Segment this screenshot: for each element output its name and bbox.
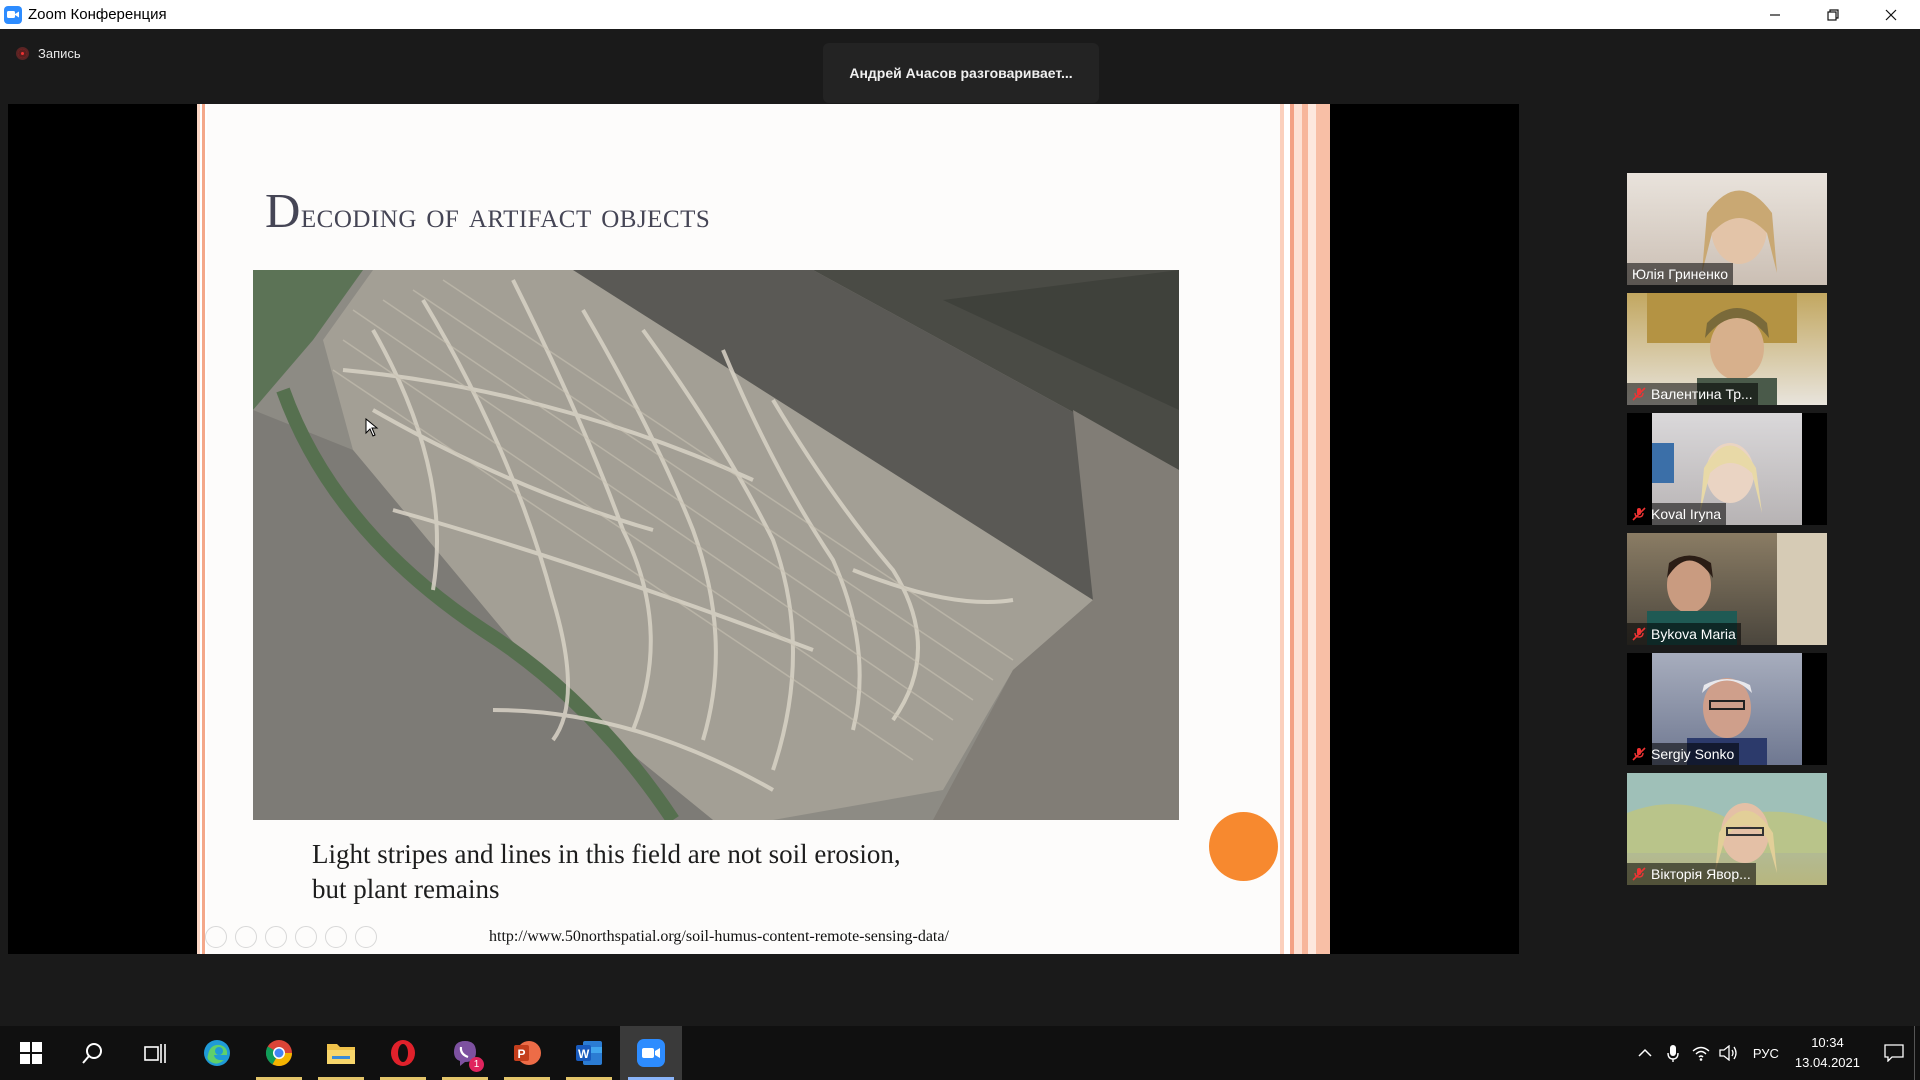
- opera-icon: [391, 1040, 415, 1066]
- task-view-button[interactable]: [124, 1026, 186, 1080]
- action-center-button[interactable]: [1874, 1026, 1914, 1080]
- notifications-icon: [1884, 1044, 1904, 1062]
- participant-tile[interactable]: Sergiy Sonko: [1627, 653, 1827, 765]
- taskbar-app-opera[interactable]: [372, 1026, 434, 1080]
- presentation-slide: Decoding of artifact objects Light strip…: [197, 104, 1330, 954]
- participant-tile[interactable]: Юлія Гриненко: [1627, 173, 1827, 285]
- participant-tile[interactable]: Bykova Maria: [1627, 533, 1827, 645]
- taskbar-app-powerpoint[interactable]: P: [496, 1026, 558, 1080]
- participant-tile[interactable]: Валентина Тр...: [1627, 293, 1827, 405]
- satellite-field-image: [253, 270, 1179, 820]
- decorative-orange-circle: [1209, 812, 1278, 881]
- network-tray-button[interactable]: [1687, 1026, 1715, 1080]
- participant-name: Bykova Maria: [1651, 626, 1736, 642]
- speaking-banner: Андрей Ачасов разговаривает...: [823, 43, 1099, 103]
- participant-name-bar: Валентина Тр...: [1627, 383, 1758, 405]
- microphone-tray-button[interactable]: [1659, 1026, 1687, 1080]
- slides-grid-icon[interactable]: [295, 926, 317, 948]
- meeting-area: Запись Андрей Ачасов разговаривает... De…: [0, 29, 1920, 1026]
- input-language-indicator[interactable]: РУС: [1753, 1046, 1779, 1061]
- speaker-icon: [1719, 1045, 1737, 1061]
- restore-button[interactable]: [1804, 0, 1862, 29]
- participant-tile[interactable]: Вікторія Явор...: [1627, 773, 1827, 885]
- slide-title: Decoding of artifact objects: [265, 183, 711, 238]
- chrome-icon: [265, 1040, 293, 1067]
- participant-name-bar: Sergiy Sonko: [1627, 743, 1740, 765]
- system-tray: РУС 10:34 13.04.2021: [1631, 1026, 1920, 1080]
- start-button[interactable]: [0, 1026, 62, 1080]
- next-slide-icon[interactable]: [235, 926, 257, 948]
- recording-indicator[interactable]: Запись: [16, 46, 81, 61]
- edge-icon: [204, 1040, 230, 1066]
- mouse-cursor-icon: [365, 418, 379, 437]
- notification-badge: 1: [469, 1057, 484, 1072]
- more-options-icon[interactable]: [355, 926, 377, 948]
- zoom-icon: [637, 1039, 665, 1067]
- taskbar-app-file-explorer[interactable]: [310, 1026, 372, 1080]
- muted-mic-icon: [1632, 867, 1646, 881]
- source-url[interactable]: http://www.50northspatial.org/soil-humus…: [489, 928, 949, 946]
- muted-mic-icon: [1632, 387, 1646, 401]
- taskbar-app-word[interactable]: W: [558, 1026, 620, 1080]
- volume-tray-button[interactable]: [1715, 1026, 1743, 1080]
- participant-strip: Юлія Гриненко Валентина Тр... Koval Iryn…: [1627, 173, 1827, 893]
- chevron-up-icon: [1638, 1048, 1652, 1057]
- participant-name-bar: Bykova Maria: [1627, 623, 1741, 645]
- record-icon: [16, 47, 29, 60]
- participant-name: Koval Iryna: [1651, 506, 1722, 522]
- participant-name-bar: Вікторія Явор...: [1627, 863, 1756, 885]
- windows-logo-icon: [20, 1042, 42, 1064]
- taskbar-app-chrome[interactable]: [248, 1026, 310, 1080]
- participant-name: Юлія Гриненко: [1632, 266, 1728, 282]
- slide-caption: Light stripes and lines in this field ar…: [312, 839, 901, 904]
- window-title: Zoom Конференция: [28, 6, 167, 23]
- wifi-icon: [1692, 1046, 1710, 1061]
- show-hidden-icons-button[interactable]: [1631, 1026, 1659, 1080]
- minimize-button[interactable]: [1746, 0, 1804, 29]
- word-icon: W: [576, 1041, 602, 1065]
- taskbar-app-edge[interactable]: [186, 1026, 248, 1080]
- muted-mic-icon: [1632, 627, 1646, 641]
- recording-label: Запись: [38, 46, 81, 61]
- taskbar-app-viber[interactable]: 1: [434, 1026, 496, 1080]
- clock-date: 13.04.2021: [1794, 1055, 1860, 1070]
- svg-text:W: W: [578, 1047, 590, 1061]
- close-button[interactable]: [1862, 0, 1920, 29]
- taskbar-clock[interactable]: 10:34 13.04.2021: [1795, 1033, 1860, 1073]
- zoom-app-icon: [4, 5, 22, 24]
- clock-time: 10:34: [1811, 1035, 1844, 1050]
- taskbar-app-zoom[interactable]: [620, 1026, 682, 1080]
- screen-share-view[interactable]: Decoding of artifact objects Light strip…: [8, 104, 1519, 954]
- microphone-icon: [1667, 1045, 1679, 1062]
- window-titlebar: Zoom Конференция: [0, 0, 1920, 29]
- muted-mic-icon: [1632, 747, 1646, 761]
- pen-icon[interactable]: [265, 926, 287, 948]
- powerpoint-icon: P: [514, 1041, 541, 1065]
- folder-icon: [327, 1044, 355, 1064]
- search-button[interactable]: [62, 1026, 124, 1080]
- participant-name: Валентина Тр...: [1651, 386, 1753, 402]
- participant-name-bar: Koval Iryna: [1627, 503, 1727, 525]
- windows-taskbar: 1 P W РУС 10:34 13.04.2021: [0, 1026, 1920, 1080]
- search-icon: [82, 1043, 102, 1064]
- slide-show-controls: [205, 926, 377, 948]
- participant-name: Вікторія Явор...: [1651, 866, 1751, 882]
- zoom-icon[interactable]: [325, 926, 347, 948]
- participant-name: Sergiy Sonko: [1651, 746, 1735, 762]
- svg-text:P: P: [518, 1047, 526, 1061]
- slide-right-border: [1280, 104, 1330, 954]
- participant-name-bar: Юлія Гриненко: [1627, 263, 1733, 285]
- slide-left-border: [197, 104, 207, 954]
- participant-tile[interactable]: Koval Iryna: [1627, 413, 1827, 525]
- previous-slide-icon[interactable]: [205, 926, 227, 948]
- muted-mic-icon: [1632, 507, 1646, 521]
- task-view-icon: [144, 1044, 166, 1063]
